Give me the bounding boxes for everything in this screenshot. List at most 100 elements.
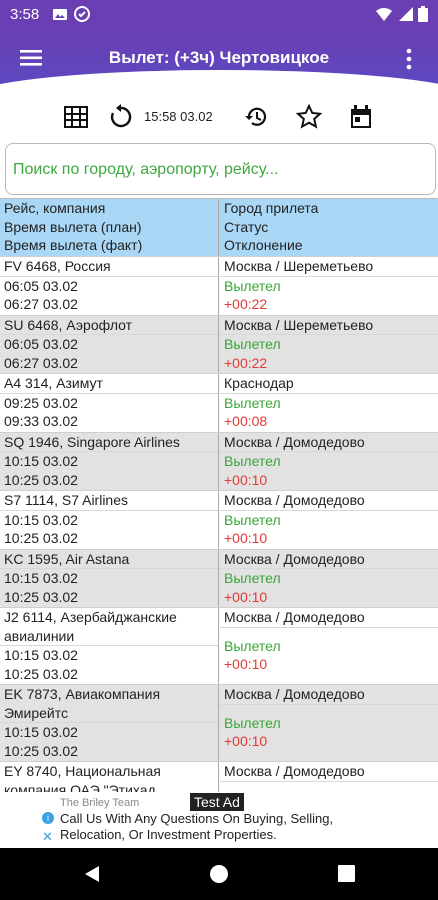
flight-cell: J2 6114, Азербайджанские авиалинии 10:15 0… — [0, 608, 219, 684]
app-bar: Вылет: (+3ч) Чертовицкое — [0, 30, 438, 92]
arrival-city: Москва / Домодедово — [224, 492, 365, 508]
last-updated-time: 15:58 03.02 — [144, 109, 213, 124]
plan-time: 10:15 03.02 — [4, 453, 78, 469]
plan-time: 10:15 03.02 — [4, 647, 78, 663]
flight-name: J2 6114, Азербайджанские — [4, 609, 177, 625]
flight-cell: KC 1595, Air Astana 10:15 03.02 10:25 03.0… — [0, 549, 219, 607]
search-input[interactable]: Поиск по городу, аэропорту, рейсу... — [5, 143, 436, 195]
signal-icon — [399, 7, 413, 21]
arrival-city: Москва / Домодедово — [224, 609, 365, 625]
flight-cell: FV 6468, Россия 06:05 03.02 06:27 03.02 — [0, 257, 219, 315]
recents-icon[interactable] — [338, 865, 355, 882]
flight-status: Вылетел — [224, 511, 281, 528]
flight-status: Вылетел — [224, 714, 281, 731]
wifi-icon — [376, 7, 392, 21]
flight-name: FV 6468, Россия — [4, 258, 111, 274]
back-icon[interactable] — [84, 865, 100, 883]
ad-text: Call Us With Any Questions On Buying, Se… — [60, 811, 334, 842]
cell-spacer — [220, 705, 438, 714]
destination-cell: Москва / Домодедово Вылетел +00:10 — [220, 433, 438, 491]
time-deviation: +00:10 — [224, 530, 268, 546]
flight-status: Вылетел — [224, 570, 281, 586]
time-deviation: +00:08 — [224, 413, 268, 429]
cell-spacer — [220, 782, 438, 791]
table-row[interactable]: KC 1595, Air Astana 10:15 03.02 10:25 03.0… — [0, 548, 438, 607]
flight-name: EK 7873, Авиакомпания — [4, 686, 161, 702]
arrival-city: Краснодар — [224, 375, 294, 391]
flight-status: Вылетел — [224, 394, 281, 411]
grid-view-icon[interactable] — [63, 104, 89, 130]
fact-time: 09:33 03.02 — [4, 413, 78, 429]
flight-name: SU 6468, Аэрофлот — [4, 316, 133, 333]
close-icon[interactable]: ✕ — [42, 829, 53, 845]
flight-name: SQ 1946, Singapore Airlines — [4, 433, 180, 450]
fact-time: 10:25 03.02 — [4, 742, 78, 759]
table-row[interactable]: EK 7873, Авиакомпания Эмирейтс 10:15 03.02… — [0, 684, 438, 761]
flight-status: Вылетел — [224, 277, 281, 294]
table-header: Рейс, компания Время вылета (план) Время… — [0, 199, 438, 256]
flight-name: S7 1114, S7 Airlines — [4, 492, 129, 508]
arrival-city: Москва / Домодедово — [224, 550, 365, 567]
favorite-star-icon[interactable] — [296, 104, 322, 130]
gallery-icon — [53, 9, 67, 20]
flights-table: Рейс, компания Время вылета (план) Время… — [0, 198, 438, 792]
table-row[interactable]: A4 314, Азимут 09:25 03.02 09:33 03.02 Крас… — [0, 373, 438, 432]
toolbar: 15:58 03.02 — [0, 98, 438, 138]
destination-cell: Москва / Шереметьево Вылетел +00:22 — [220, 316, 438, 374]
table-row[interactable]: SQ 1946, Singapore Airlines 10:15 03.02 10… — [0, 431, 438, 491]
arrival-city: Москва / Домодедово — [224, 686, 365, 702]
destination-cell: Москва / Шереметьево Вылетел +00:22 — [220, 257, 438, 315]
battery-icon — [418, 6, 428, 22]
calendar-icon[interactable] — [348, 104, 374, 130]
header-city: Город прилета — [224, 200, 319, 216]
info-icon[interactable]: i — [42, 812, 54, 824]
table-row[interactable]: EY 8740, Национальная компания ОАЭ "Этиха… — [0, 761, 438, 792]
status-time: 3:58 — [10, 6, 40, 23]
plan-time: 06:05 03.02 — [4, 277, 78, 294]
flight-status: Вылетел — [224, 453, 281, 469]
refresh-icon[interactable] — [108, 104, 134, 130]
flight-cell: EK 7873, Авиакомпания Эмирейтс 10:15 03.02… — [0, 685, 219, 761]
more-options-icon[interactable] — [404, 48, 414, 70]
app-bar-curve — [0, 70, 438, 92]
fact-time: 10:25 03.02 — [4, 530, 78, 546]
system-nav-bar — [0, 848, 438, 900]
flight-name: компания ОАЭ "Этихад — [4, 781, 156, 793]
destination-cell: Москва / Домодедово Вылетел +00:10 — [220, 491, 438, 549]
table-row[interactable]: SU 6468, Аэрофлот 06:05 03.02 06:27 03.02 М… — [0, 314, 438, 374]
flight-status: Вылетел — [224, 637, 281, 654]
flight-cell: SU 6468, Аэрофлот 06:05 03.02 06:27 03.02 — [0, 315, 219, 373]
history-icon[interactable] — [243, 104, 269, 130]
destination-cell: Москва / Домодедово — [220, 762, 438, 792]
flight-cell: EY 8740, Национальная компания ОАЭ "Этиха… — [0, 762, 219, 792]
time-deviation: +00:10 — [224, 588, 268, 605]
page-title: Вылет: (+3ч) Чертовицкое — [108, 48, 330, 67]
test-ad-badge: Test Ad — [190, 793, 244, 811]
cell-spacer — [220, 628, 438, 637]
fact-time: 10:25 03.02 — [4, 471, 78, 488]
home-icon[interactable] — [209, 864, 229, 884]
flight-cell: A4 314, Азимут 09:25 03.02 09:33 03.02 — [0, 374, 219, 432]
arrival-city: Москва / Шереметьево — [224, 316, 374, 333]
table-row[interactable]: J2 6114, Азербайджанские авиалинии 10:15 0… — [0, 607, 438, 684]
table-row[interactable]: FV 6468, Россия 06:05 03.02 06:27 03.02 Мос… — [0, 256, 438, 315]
destination-cell: Краснодар Вылетел +00:08 — [220, 374, 438, 432]
ad-advertiser: The Briley Team — [60, 797, 140, 809]
time-deviation: +00:22 — [224, 354, 268, 371]
destination-cell: Москва / Домодедово Вылетел +00:10 — [220, 608, 438, 684]
search-placeholder: Поиск по городу, аэропорту, рейсу... — [13, 161, 279, 178]
plan-time: 10:15 03.02 — [4, 724, 78, 740]
destination-cell: Москва / Домодедово Вылетел +00:10 — [220, 685, 438, 761]
header-fact-time: Время вылета (факт) — [4, 237, 143, 253]
plan-time: 09:25 03.02 — [4, 394, 78, 411]
flight-status: Вылетел — [224, 336, 281, 352]
flight-cell: SQ 1946, Singapore Airlines 10:15 03.02 10… — [0, 432, 219, 490]
table-row[interactable]: S7 1114, S7 Airlines 10:15 03.02 10:25 03.… — [0, 490, 438, 549]
sync-icon — [74, 6, 90, 22]
arrival-city: Москва / Домодедово — [224, 763, 365, 779]
header-status: Статус — [224, 218, 269, 235]
flight-cell: S7 1114, S7 Airlines 10:15 03.02 10:25 03.… — [0, 491, 219, 549]
flight-name: Эмирейтс — [4, 704, 68, 721]
fact-time: 10:25 03.02 — [4, 588, 78, 605]
time-deviation: +00:10 — [224, 733, 268, 750]
